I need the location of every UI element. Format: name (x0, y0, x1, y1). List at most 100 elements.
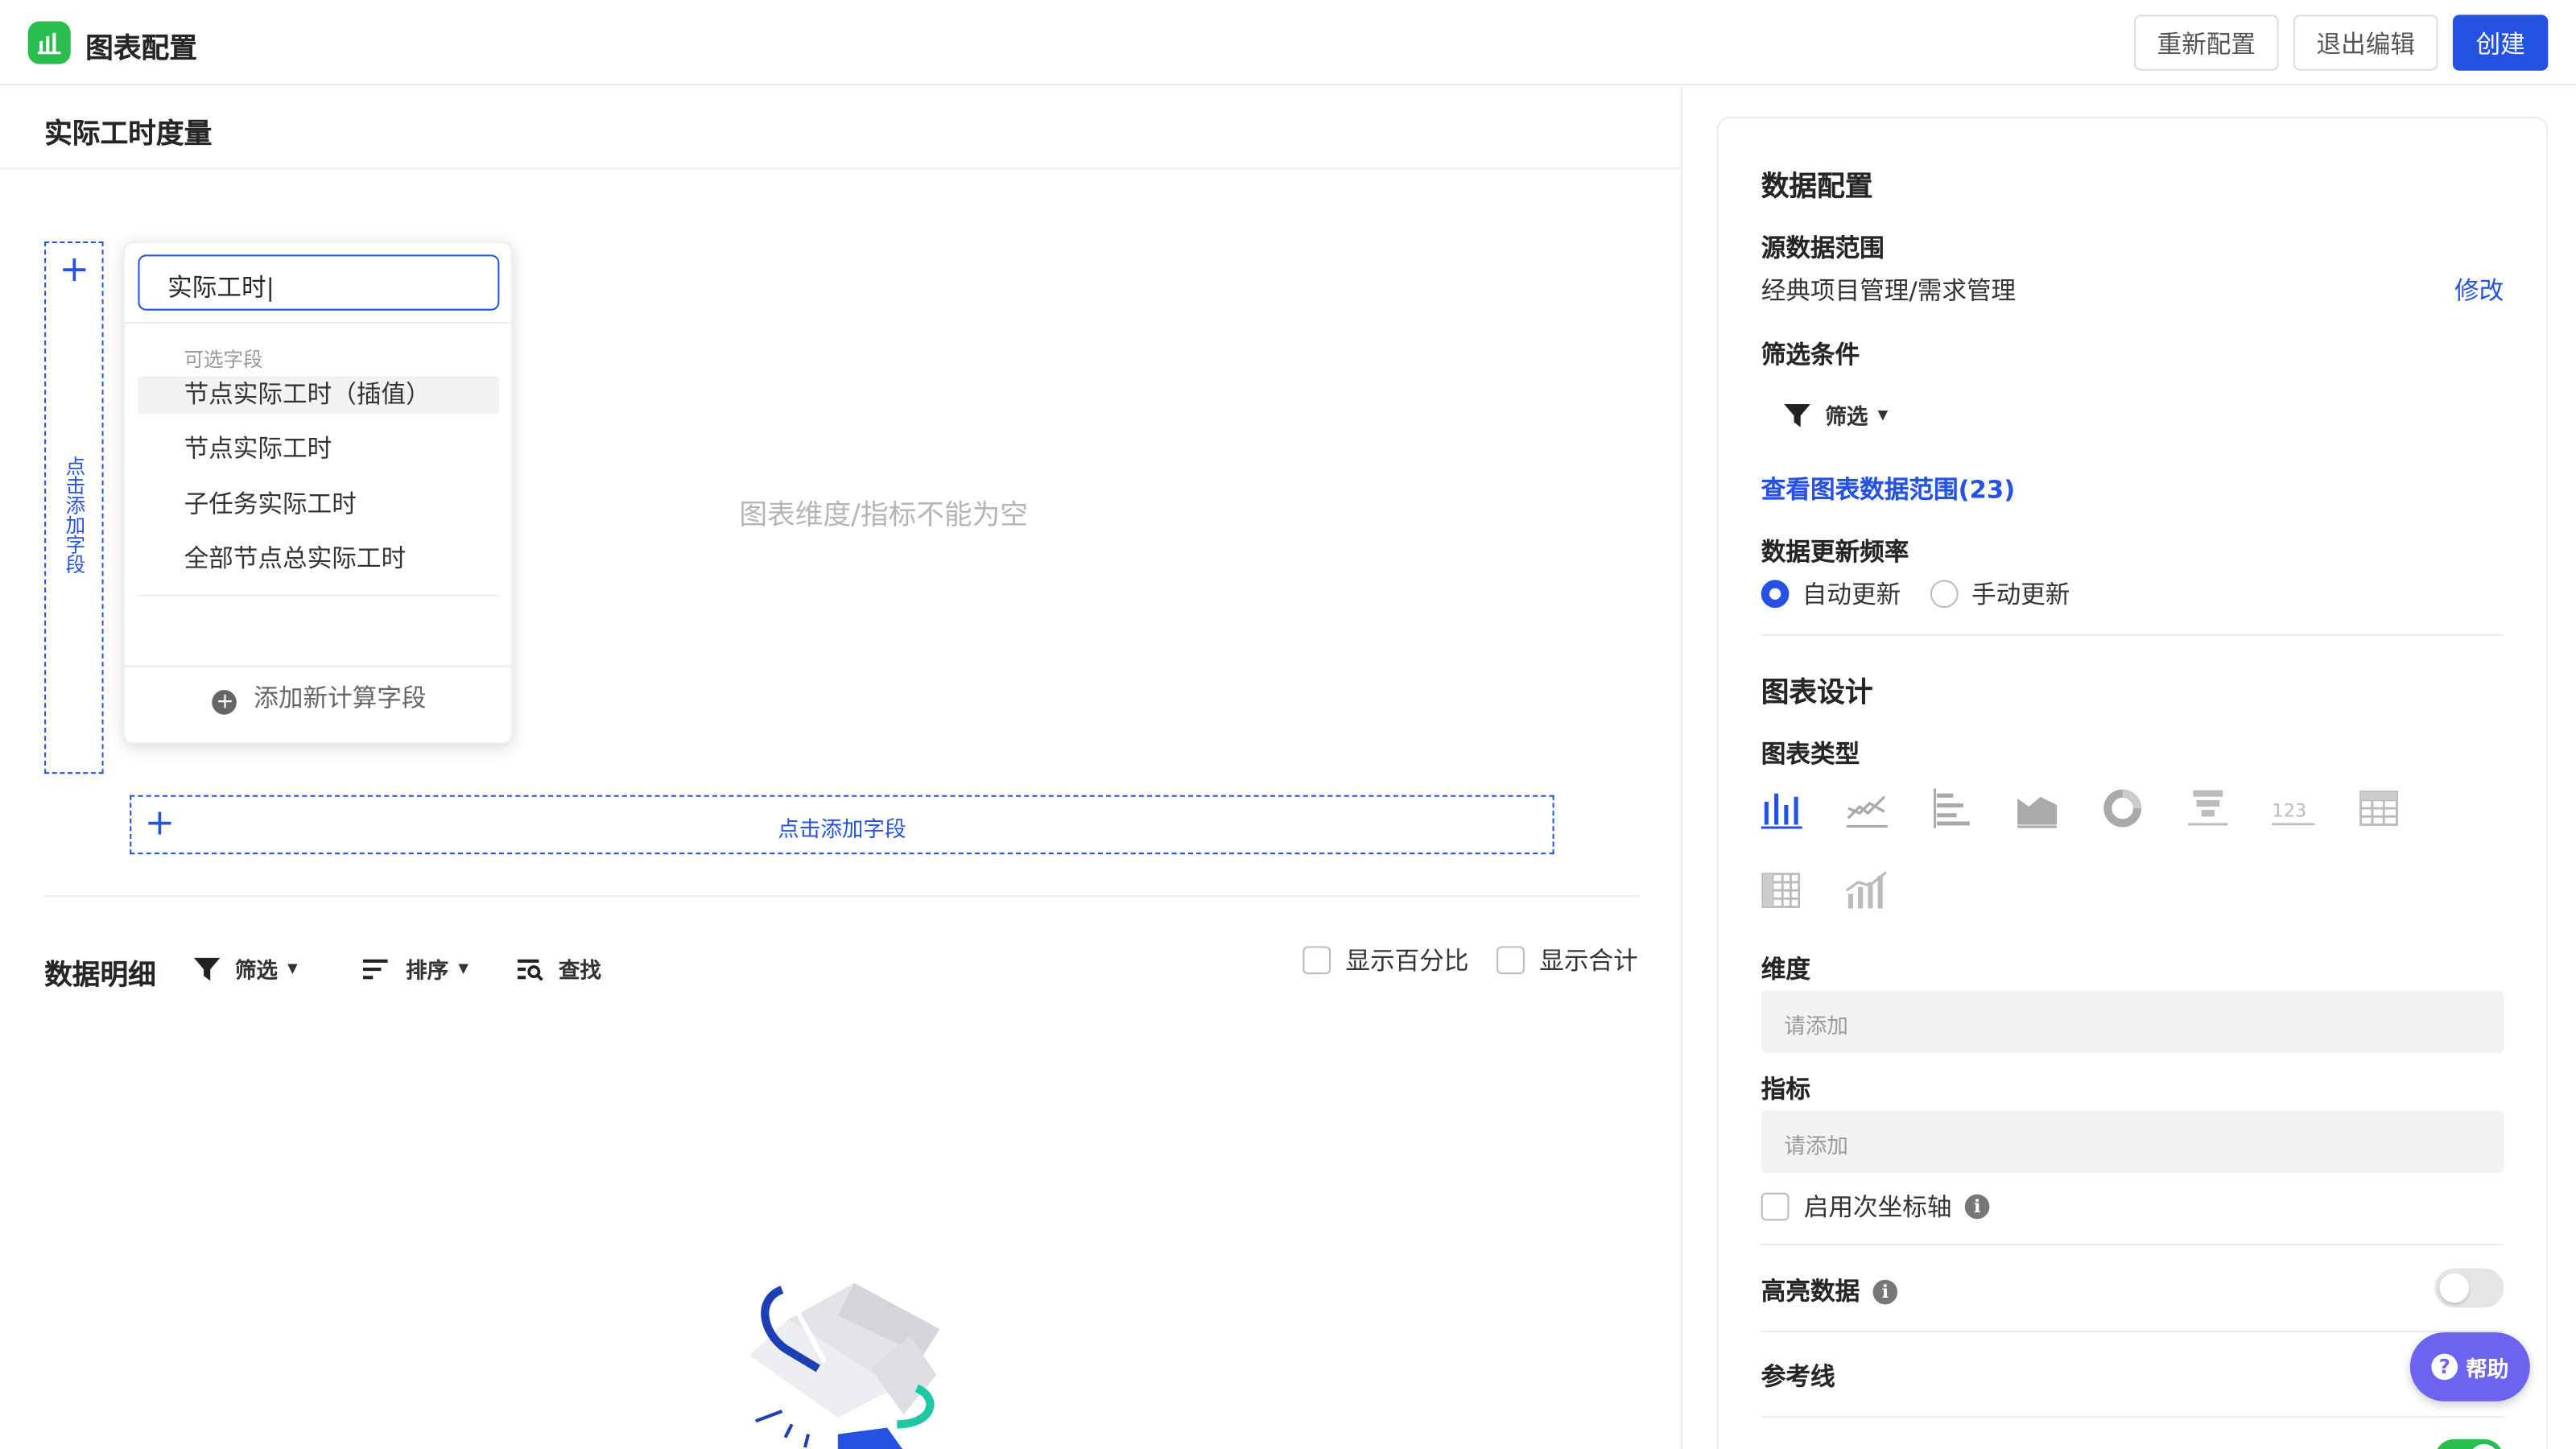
checkbox-box (1761, 1192, 1790, 1221)
toggle-knob (2469, 1443, 2500, 1449)
show-total-checkbox[interactable]: 显示合计 (1496, 943, 1638, 977)
svg-text:123: 123 (2272, 800, 2306, 821)
donut-chart-icon[interactable] (2099, 786, 2145, 832)
pivot-table-icon[interactable] (1758, 868, 1804, 914)
filter-icon (1784, 403, 1810, 427)
reference-line-label: 参考线 (1761, 1361, 1835, 1392)
sort-label: 排序 (406, 959, 449, 985)
field-option[interactable]: 子任务实际工时 (138, 486, 499, 524)
show-percent-label: 显示百分比 (1345, 946, 1469, 976)
divider (1761, 634, 2504, 636)
dimension-input[interactable]: 请添加 (1761, 990, 2504, 1054)
field-search-input[interactable]: 实际工时| (138, 254, 500, 311)
show-percent-checkbox[interactable]: 显示百分比 (1302, 943, 1469, 977)
secondary-axis-checkbox[interactable]: 启用次坐标轴 i (1761, 1190, 1990, 1224)
field-option[interactable]: 节点实际工时 (138, 431, 499, 469)
manual-update-radio[interactable]: 手动更新 (1930, 576, 2070, 611)
funnel-chart-icon[interactable] (2185, 786, 2231, 832)
sort-icon (363, 958, 388, 979)
add-field-vertical-label: 点击添加字段 (65, 455, 86, 577)
detail-find-button[interactable]: 查找 (517, 953, 601, 985)
highlight-data-text: 高亮数据 (1761, 1276, 1860, 1307)
add-field-vertical-zone[interactable]: + 点击添加字段 (44, 241, 104, 774)
auto-update-radio[interactable]: 自动更新 (1761, 576, 1901, 611)
filter-conditions-label: 筛选条件 (1761, 340, 1860, 370)
toggle-knob (2439, 1273, 2470, 1303)
add-calc-field-button[interactable]: + 添加新计算字段 (125, 680, 514, 715)
data-detail-title: 数据明细 (44, 959, 156, 993)
field-option[interactable]: 节点实际工时（插值） (138, 376, 500, 415)
source-range-value: 经典项目管理/需求管理 (1761, 275, 2017, 306)
add-field-horizontal-zone[interactable]: + 点击添加字段 (130, 795, 1554, 855)
find-icon (517, 958, 543, 980)
chart-empty-message: 图表维度/指标不能为空 (739, 499, 1028, 533)
bottom-toggle[interactable] (2434, 1439, 2504, 1449)
radio-unselected-icon (1930, 580, 1959, 609)
auto-update-label: 自动更新 (1802, 580, 1901, 610)
add-field-horizontal-label: 点击添加字段 (778, 818, 906, 843)
field-option[interactable]: 全部节点总实际工时 (138, 540, 499, 578)
source-range-label: 源数据范围 (1761, 233, 1885, 263)
chart-design-title: 图表设计 (1761, 676, 1873, 710)
secondary-axis-label: 启用次坐标轴 (1803, 1192, 1952, 1223)
radio-selected-icon (1761, 580, 1790, 609)
filter-conditions-button[interactable]: 筛选 ▼ (1784, 399, 1888, 431)
top-bar: 图表配置 重新配置 退出编辑 创建 (0, 0, 2576, 86)
find-label: 查找 (558, 959, 601, 985)
divider (138, 594, 500, 597)
chart-editor-panel: 实际工时度量 + 点击添加字段 图表维度/指标不能为空 + 点击添加字段 实际工… (0, 87, 1682, 1449)
highlight-data-toggle[interactable] (2434, 1268, 2504, 1308)
field-group-label: 可选字段 (184, 348, 263, 372)
info-icon[interactable]: i (1872, 1279, 1898, 1305)
filter-label: 筛选 (234, 959, 278, 985)
add-calc-field-label: 添加新计算字段 (254, 683, 427, 713)
divider (1761, 1331, 2504, 1333)
divider (125, 665, 514, 667)
plus-icon: + (59, 250, 90, 291)
update-frequency-label: 数据更新频率 (1761, 537, 1909, 568)
horizontal-bar-icon[interactable] (1929, 786, 1975, 832)
field-picker-dropdown: 实际工时| 可选字段 节点实际工时（插值） 节点实际工时 子任务实际工时 全部节… (123, 241, 514, 745)
plus-circle-icon: + (213, 690, 237, 715)
table-icon[interactable] (2356, 786, 2402, 832)
edit-source-link[interactable]: 修改 (2454, 273, 2504, 308)
line-chart-icon[interactable] (1843, 786, 1889, 832)
info-icon[interactable]: i (1964, 1194, 1990, 1220)
data-config-title: 数据配置 (1761, 171, 1873, 204)
page-title: 图表配置 (85, 32, 197, 66)
highlight-data-label: 高亮数据 i (1761, 1274, 1898, 1308)
chart-type-label: 图表类型 (1761, 739, 1860, 770)
chart-title-bar: 实际工时度量 (0, 87, 1682, 170)
dimension-label: 维度 (1761, 954, 1810, 985)
combo-chart-icon[interactable] (1843, 868, 1889, 914)
detail-filter-button[interactable]: 筛选 ▼ (193, 953, 298, 985)
area-chart-icon[interactable] (2014, 786, 2060, 832)
divider (125, 321, 514, 324)
detail-sort-button[interactable]: 排序 ▼ (363, 953, 469, 985)
checkbox-box (1496, 946, 1525, 975)
reset-config-button[interactable]: 重新配置 (2133, 14, 2279, 71)
caret-down-icon: ▼ (1877, 407, 1889, 423)
help-label: 帮助 (2466, 1357, 2509, 1383)
empty-state-illustration (749, 1282, 940, 1449)
caret-down-icon: ▼ (287, 960, 298, 976)
divider (1761, 1243, 2504, 1245)
caret-down-icon: ▼ (458, 960, 469, 976)
filter-icon (193, 956, 221, 980)
create-button[interactable]: 创建 (2452, 14, 2549, 71)
chart-title[interactable]: 实际工时度量 (44, 110, 212, 151)
config-panel: 数据配置 源数据范围 经典项目管理/需求管理 修改 筛选条件 筛选 ▼ 查看图表数… (1716, 116, 2549, 1449)
number-card-icon[interactable]: 123 (2270, 786, 2316, 832)
help-button[interactable]: ? 帮助 (2409, 1332, 2530, 1402)
filter-label: 筛选 (1825, 406, 1868, 431)
metric-input[interactable]: 请添加 (1761, 1110, 2504, 1174)
show-total-label: 显示合计 (1539, 946, 1638, 976)
divider (44, 895, 1640, 898)
view-chart-data-range-link[interactable]: 查看图表数据范围(23) (1761, 472, 2015, 506)
checkbox-box (1302, 946, 1331, 975)
exit-edit-button[interactable]: 退出编辑 (2293, 14, 2438, 71)
field-search-value: 实际工时 (167, 272, 266, 303)
divider (1761, 1416, 2504, 1418)
bar-chart-icon[interactable] (1758, 786, 1804, 832)
chart-app-logo-icon (27, 21, 71, 64)
